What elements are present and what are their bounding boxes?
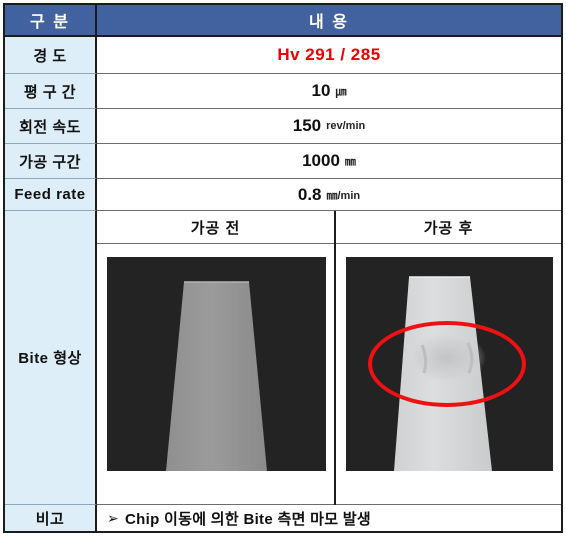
machining-section-number: 1000 (302, 151, 340, 170)
row-rotation-speed-label: 회전 속도 (5, 109, 97, 144)
rotation-speed-number: 150 (292, 116, 322, 135)
row-remark-label-text: 비고 (35, 510, 65, 528)
rotation-speed-unit: rev/min (326, 120, 366, 132)
bite-after-photo (346, 257, 553, 471)
bite-before-header-text: 가공 전 (190, 219, 241, 237)
row-machining-section-label: 가공 구간 (5, 144, 97, 179)
table-header-category: 구 분 (5, 5, 97, 37)
flat-section-unit: ㎛ (335, 86, 347, 98)
row-machining-section-label-text: 가공 구간 (19, 153, 81, 171)
feed-rate-unit: ㎜/min (326, 189, 361, 202)
bite-before-photo (107, 257, 326, 471)
row-flat-section-label: 평 구 간 (5, 74, 97, 109)
screenshot-root: 구 분 내 용 경 도 Hv 291 / 285 평 구 간 10 ㎛ 회전 속… (0, 0, 566, 536)
wear-region-ellipse-marker (368, 321, 526, 407)
feed-rate-number: 0.8 (297, 184, 322, 204)
remark-text: Chip 이동에 의한 Bite 측면 마모 발생 (125, 510, 371, 528)
row-feed-rate-label-text: Feed rate (14, 186, 86, 203)
row-flat-section-label-text: 평 구 간 (23, 83, 77, 101)
row-remark-label: 비고 (5, 505, 97, 531)
row-rotation-speed-label-text: 회전 속도 (19, 118, 81, 136)
flat-section-number: 10 (311, 81, 331, 100)
table-header-category-label: 구 분 (30, 14, 70, 31)
machining-section-unit: ㎜ (344, 156, 356, 168)
row-feed-rate-label: Feed rate (5, 179, 97, 211)
table-header-content: 내 용 (97, 5, 561, 37)
table-header-content-label: 내 용 (309, 14, 349, 31)
row-hardness-label-text: 경 도 (33, 47, 67, 65)
bite-before-shape-icon (107, 257, 326, 471)
row-hardness-label: 경 도 (5, 37, 97, 74)
row-remark-value: ➢ Chip 이동에 의한 Bite 측면 마모 발생 (97, 505, 561, 531)
bite-after-header-text: 가공 후 (423, 219, 474, 237)
row-feed-rate-value: 0.8 ㎜/min (97, 179, 561, 211)
row-flat-section-value: 10 ㎛ (97, 74, 561, 109)
row-rotation-speed-value: 150 rev/min (97, 109, 561, 144)
row-hardness-value: Hv 291 / 285 (97, 37, 561, 74)
bite-before-header: 가공 전 (97, 211, 334, 244)
row-machining-section-value: 1000 ㎜ (97, 144, 561, 179)
row-bite-shape-label-text: Bite 형상 (18, 350, 82, 367)
row-bite-shape-label: Bite 형상 (5, 211, 97, 505)
hardness-value-text: Hv 291 / 285 (277, 45, 381, 64)
specification-table: 구 분 내 용 경 도 Hv 291 / 285 평 구 간 10 ㎛ 회전 속… (3, 3, 563, 533)
remark-bullet-icon: ➢ (107, 509, 120, 526)
bite-after-header: 가공 후 (336, 211, 561, 244)
